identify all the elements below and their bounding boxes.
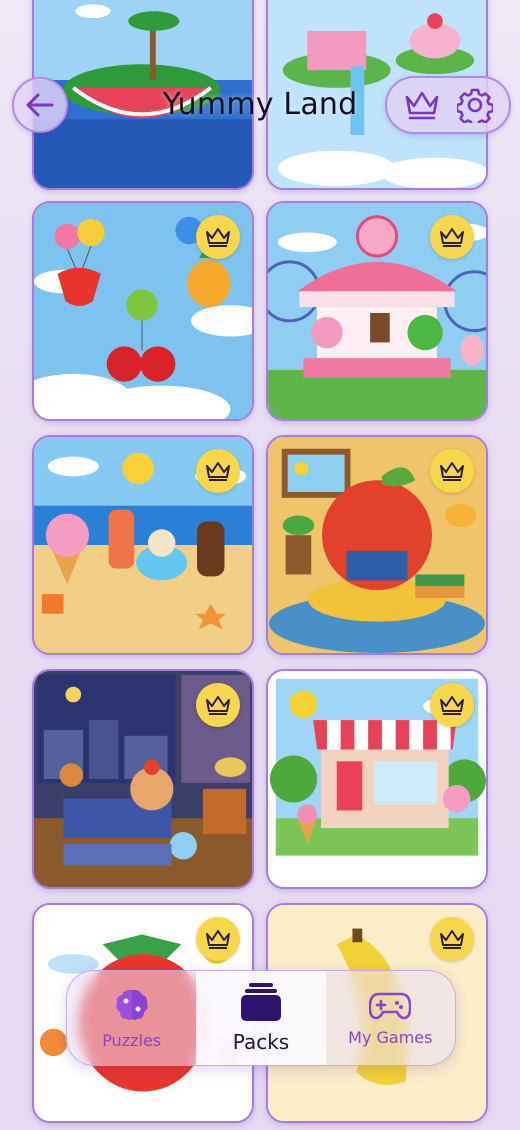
premium-crown-badge xyxy=(196,917,240,961)
nav-item-puzzles[interactable]: Puzzles xyxy=(67,971,196,1065)
crown-icon xyxy=(440,228,464,247)
nav-label-puzzles: Puzzles xyxy=(102,1030,162,1050)
crown-icon xyxy=(206,696,230,715)
nav-item-packs[interactable]: Packs xyxy=(196,971,326,1065)
crown-icon xyxy=(440,462,464,481)
premium-button[interactable] xyxy=(400,83,444,127)
gear-icon xyxy=(456,88,493,123)
header-actions xyxy=(385,76,511,134)
puzzle-tile-reading-apple[interactable] xyxy=(266,435,488,655)
crown-icon xyxy=(206,228,230,247)
premium-crown-badge xyxy=(430,215,474,259)
nav-label-my-games: My Games xyxy=(348,1027,433,1047)
crown-icon xyxy=(206,930,230,949)
settings-button[interactable] xyxy=(453,83,497,127)
back-button[interactable] xyxy=(12,77,68,133)
crown-icon xyxy=(206,462,230,481)
page-title: Yummy Land xyxy=(162,87,358,122)
premium-crown-badge xyxy=(196,683,240,727)
puzzle-tile-fruit-balloons[interactable] xyxy=(32,201,254,421)
gamepad-icon xyxy=(369,992,412,1019)
premium-crown-badge xyxy=(430,917,474,961)
puzzle-tile-candy-shop[interactable] xyxy=(266,669,488,889)
crown-icon xyxy=(405,91,438,120)
arrow-left-icon xyxy=(26,93,54,117)
puzzle-grid xyxy=(0,0,520,1130)
crown-icon xyxy=(440,696,464,715)
puzzle-tile-cupcake-bedroom[interactable] xyxy=(32,669,254,889)
puzzle-tile-candy-carousel[interactable] xyxy=(266,201,488,421)
nav-label-packs: Packs xyxy=(232,1030,290,1054)
bottom-nav: Puzzles Packs My Games xyxy=(66,970,456,1066)
crown-icon xyxy=(440,930,464,949)
packs-stack-icon xyxy=(240,983,281,1021)
premium-crown-badge xyxy=(430,683,474,727)
puzzle-tile-ice-cream-beach[interactable] xyxy=(32,435,254,655)
puzzle-brain-icon xyxy=(116,989,148,1020)
premium-crown-badge xyxy=(196,215,240,259)
premium-crown-badge xyxy=(196,449,240,493)
nav-item-my-games[interactable]: My Games xyxy=(326,971,455,1065)
premium-crown-badge xyxy=(430,449,474,493)
